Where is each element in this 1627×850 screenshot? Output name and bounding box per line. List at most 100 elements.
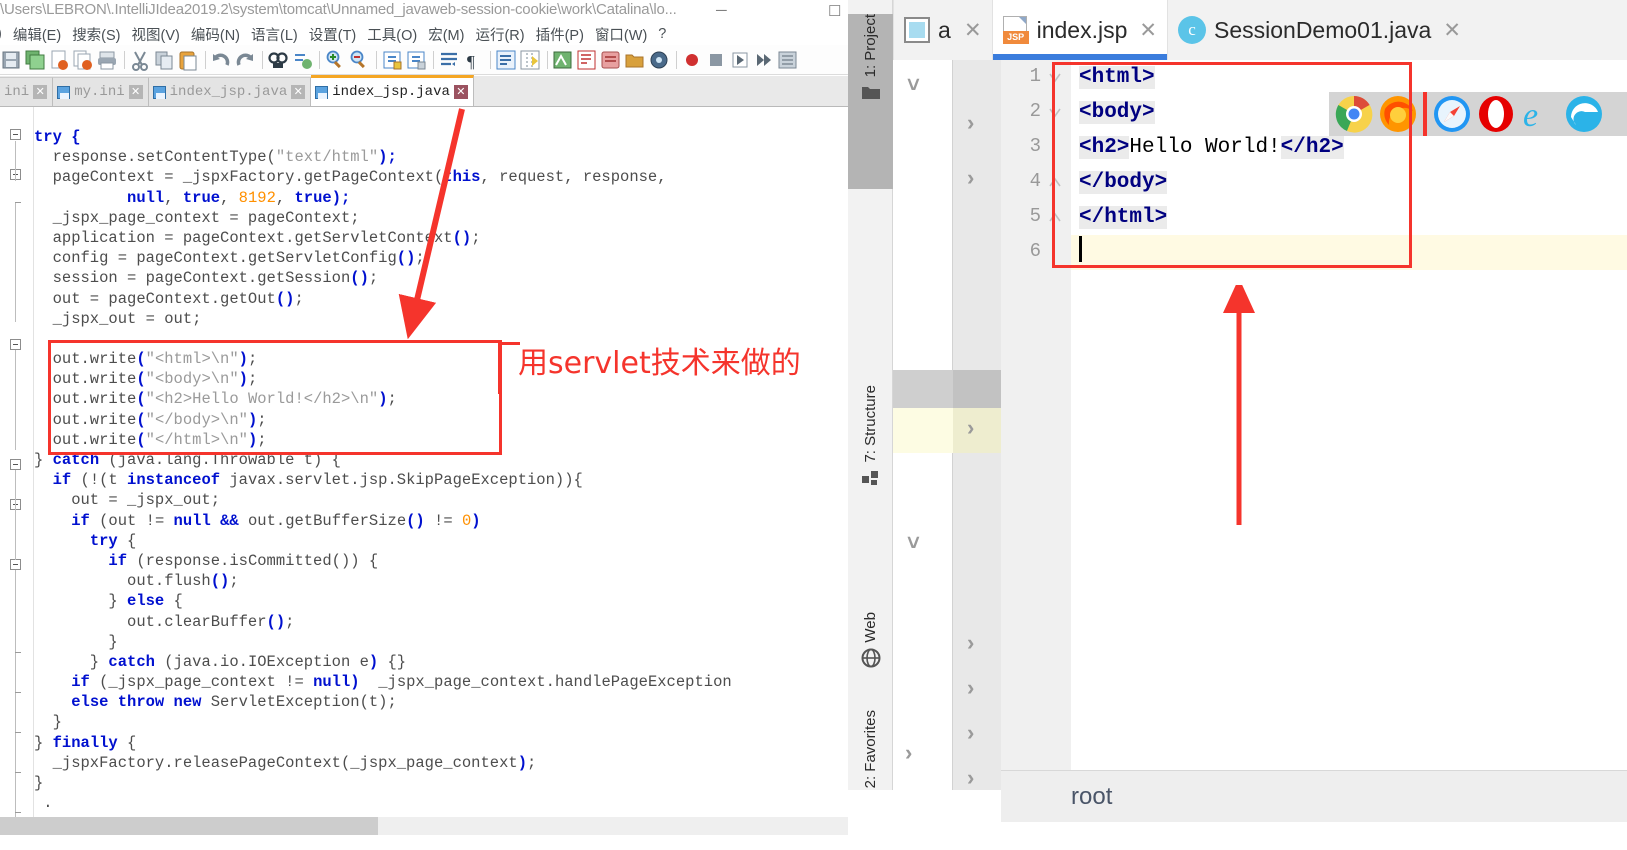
npp-tab-close-icon[interactable]: ✕ bbox=[128, 85, 143, 99]
toolbar-separator bbox=[676, 50, 677, 69]
fold-toggle-icon[interactable] bbox=[10, 339, 21, 350]
zoom-out-icon[interactable] bbox=[348, 49, 370, 71]
toolbar-separator bbox=[262, 50, 263, 69]
project-row-selected[interactable] bbox=[893, 408, 953, 453]
fold-tick bbox=[15, 812, 21, 813]
opera-icon[interactable] bbox=[1477, 95, 1515, 133]
npp-menu-item-3[interactable]: 视图(V) bbox=[132, 24, 180, 45]
chevron-down-icon[interactable]: ˅ bbox=[907, 72, 920, 98]
npp-menu-item-6[interactable]: 设置(T) bbox=[309, 24, 357, 45]
browser-run-bar: e bbox=[1329, 92, 1627, 136]
chevron-down-icon-2[interactable]: ˅ bbox=[907, 530, 920, 556]
save-all-icon[interactable] bbox=[24, 49, 46, 71]
close-all-icon[interactable] bbox=[72, 49, 94, 71]
record-macro-icon[interactable] bbox=[681, 49, 703, 71]
safari-icon[interactable] bbox=[1433, 95, 1471, 133]
idea-code-text[interactable]: <html> <body> <h2>Hello World!</h2> </body>… bbox=[1071, 60, 1627, 790]
strip-chevron-1-icon[interactable]: › bbox=[967, 110, 974, 136]
replace-icon[interactable] bbox=[291, 49, 313, 71]
undo-icon[interactable] bbox=[210, 49, 232, 71]
cut-icon[interactable] bbox=[129, 49, 151, 71]
sync-scroll-off-icon[interactable] bbox=[405, 49, 427, 71]
idea-tool-tab-1--project[interactable]: 1: Project bbox=[848, 14, 893, 189]
npp-menu-item-9[interactable]: 运行(R) bbox=[475, 24, 524, 45]
idea-tab-close-icon[interactable]: ✕ bbox=[964, 18, 982, 43]
strip-chevron-4-icon[interactable]: › bbox=[967, 630, 974, 656]
close-file-icon[interactable] bbox=[48, 49, 70, 71]
idea-project-panel[interactable]: ˅ ˅ › bbox=[893, 60, 953, 790]
zoom-in-icon[interactable] bbox=[324, 49, 346, 71]
chrome-icon[interactable] bbox=[1335, 95, 1373, 133]
sync-scroll-icon[interactable] bbox=[381, 49, 403, 71]
npp-code-line: out.write("</html>\n"); bbox=[34, 430, 267, 449]
npp-menu-item-7[interactable]: 工具(O) bbox=[367, 24, 417, 45]
npp-menu-item-2[interactable]: 搜索(S) bbox=[72, 24, 120, 45]
npp-tab-index-jsp-java[interactable]: index_jsp.java ✕ bbox=[148, 77, 312, 106]
copy-icon[interactable] bbox=[153, 49, 175, 71]
play-multi-icon[interactable] bbox=[753, 49, 775, 71]
redo-icon[interactable] bbox=[234, 49, 256, 71]
firefox-icon[interactable] bbox=[1379, 95, 1417, 133]
fold-toggle-icon[interactable] bbox=[10, 559, 21, 570]
idea-editor-tab-index-jsp[interactable]: JSP index.jsp ✕ bbox=[991, 0, 1168, 60]
fold-toggle-icon[interactable] bbox=[10, 129, 21, 140]
idea-tab-close-icon[interactable]: ✕ bbox=[1139, 18, 1157, 43]
word-wrap-icon[interactable] bbox=[438, 49, 460, 71]
npp-hscroll-thumb[interactable] bbox=[0, 817, 378, 835]
folder-icon[interactable] bbox=[624, 49, 646, 71]
npp-horizontal-scrollbar[interactable] bbox=[0, 817, 860, 835]
npp-menu-item-11[interactable]: 窗口(W) bbox=[595, 24, 647, 45]
npp-tab-my-ini[interactable]: my.ini ✕ bbox=[53, 77, 149, 106]
npp-code-line: out.flush(); bbox=[34, 572, 239, 591]
monitor-icon[interactable] bbox=[648, 49, 670, 71]
indent-guide-icon[interactable] bbox=[519, 49, 541, 71]
strip-chevron-3-icon[interactable]: › bbox=[967, 415, 974, 441]
ie-icon[interactable]: e bbox=[1521, 95, 1559, 133]
npp-tab-ini[interactable]: ini ✕ bbox=[0, 77, 54, 106]
strip-chevron-5-icon[interactable]: › bbox=[967, 675, 974, 701]
find-icon[interactable] bbox=[267, 49, 289, 71]
npp-menu-item-8[interactable]: 宏(M) bbox=[428, 24, 464, 45]
idea-tool-window-bar: 1: Project 7: Structure Web 2: Favorites bbox=[848, 0, 893, 850]
npp-menu-item-1[interactable]: 编辑(E) bbox=[13, 24, 61, 45]
all-chars-icon[interactable] bbox=[495, 49, 517, 71]
npp-code-line: } bbox=[34, 713, 62, 732]
strip-chevron-6-icon[interactable]: › bbox=[967, 720, 974, 746]
paste-icon[interactable] bbox=[177, 49, 199, 71]
idea-line-number: 2 bbox=[1029, 100, 1041, 122]
idea-editor-tab-label: SessionDemo01.java bbox=[1214, 16, 1432, 43]
strip-chevron-7-icon[interactable]: › bbox=[967, 765, 974, 791]
npp-maximize-button[interactable]: ☐ bbox=[828, 2, 841, 20]
npp-menu-item-12[interactable]: ? bbox=[658, 26, 666, 42]
play-macro-icon[interactable] bbox=[729, 49, 751, 71]
pilcrow-icon[interactable]: ¶ bbox=[462, 49, 484, 71]
save-icon[interactable] bbox=[0, 49, 22, 71]
npp-menu-item-10[interactable]: 插件(P) bbox=[536, 24, 584, 45]
manage-macro-icon[interactable] bbox=[777, 49, 799, 71]
npp-tab-close-icon[interactable]: ✕ bbox=[291, 85, 306, 99]
npp-menu-item-0[interactable]: ) bbox=[0, 26, 2, 42]
print-icon[interactable] bbox=[96, 49, 118, 71]
project-row-hover[interactable] bbox=[893, 370, 953, 408]
npp-menu-item-4[interactable]: 编码(N) bbox=[191, 24, 240, 45]
stop-macro-icon[interactable] bbox=[705, 49, 727, 71]
idea-fold-arrow-icon[interactable] bbox=[1049, 71, 1063, 85]
idea-fold-arrow-icon[interactable] bbox=[1049, 176, 1063, 190]
edge-icon[interactable] bbox=[1565, 95, 1603, 133]
npp-tab-close-icon[interactable]: ✕ bbox=[33, 85, 48, 99]
chevron-right-icon[interactable]: › bbox=[905, 740, 912, 766]
npp-minimize-button[interactable]: ─ bbox=[716, 2, 727, 19]
fold-toggle-icon[interactable] bbox=[10, 459, 21, 470]
function-list-icon[interactable] bbox=[600, 49, 622, 71]
idea-code-editor[interactable]: 1 2 3 4 5 6 <html> <body> <h2>Hello World!</h2>… bbox=[1001, 60, 1627, 790]
idea-editor-tab-a[interactable]: a ✕ bbox=[893, 0, 992, 60]
idea-fold-arrow-icon[interactable] bbox=[1049, 211, 1063, 225]
idea-tab-close-icon[interactable]: ✕ bbox=[1443, 18, 1461, 43]
idea-editor-tab-sessiondemo01-java[interactable]: c SessionDemo01.java ✕ bbox=[1167, 0, 1471, 60]
doc-map-icon[interactable] bbox=[576, 49, 598, 71]
npp-menu-item-5[interactable]: 语言(L) bbox=[251, 24, 298, 45]
lang-icon[interactable] bbox=[552, 49, 574, 71]
strip-chevron-2-icon[interactable]: › bbox=[967, 165, 974, 191]
idea-tool-tab-7--structure[interactable]: 7: Structure bbox=[848, 385, 893, 585]
idea-fold-arrow-icon[interactable] bbox=[1049, 106, 1063, 120]
